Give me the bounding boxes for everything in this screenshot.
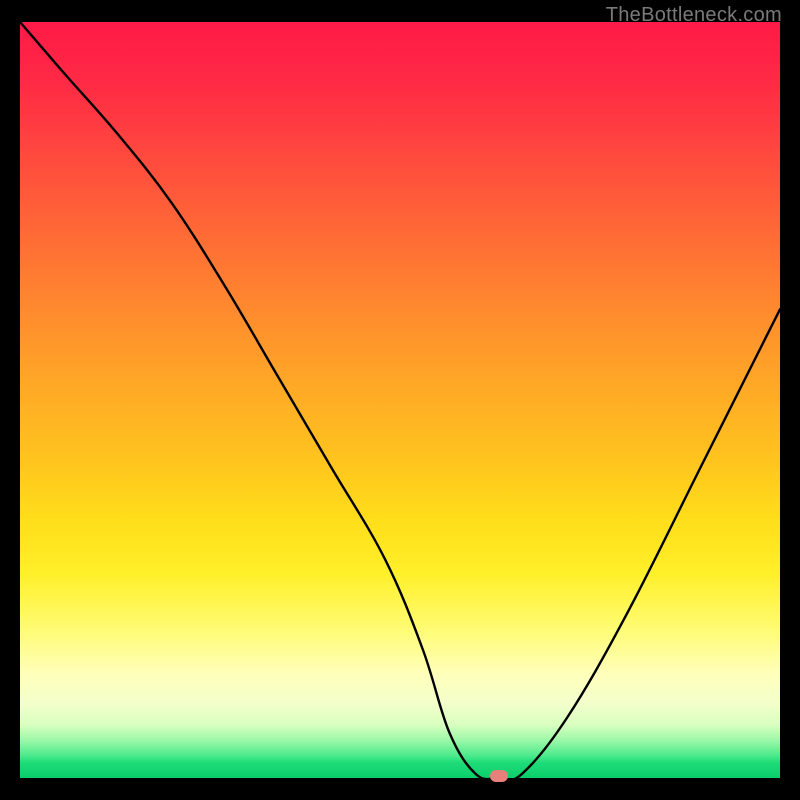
optimal-marker (490, 770, 508, 782)
plot-area (20, 22, 780, 778)
chart-frame: TheBottleneck.com (0, 0, 800, 800)
bottleneck-curve (20, 22, 780, 778)
curve-path (20, 22, 780, 778)
